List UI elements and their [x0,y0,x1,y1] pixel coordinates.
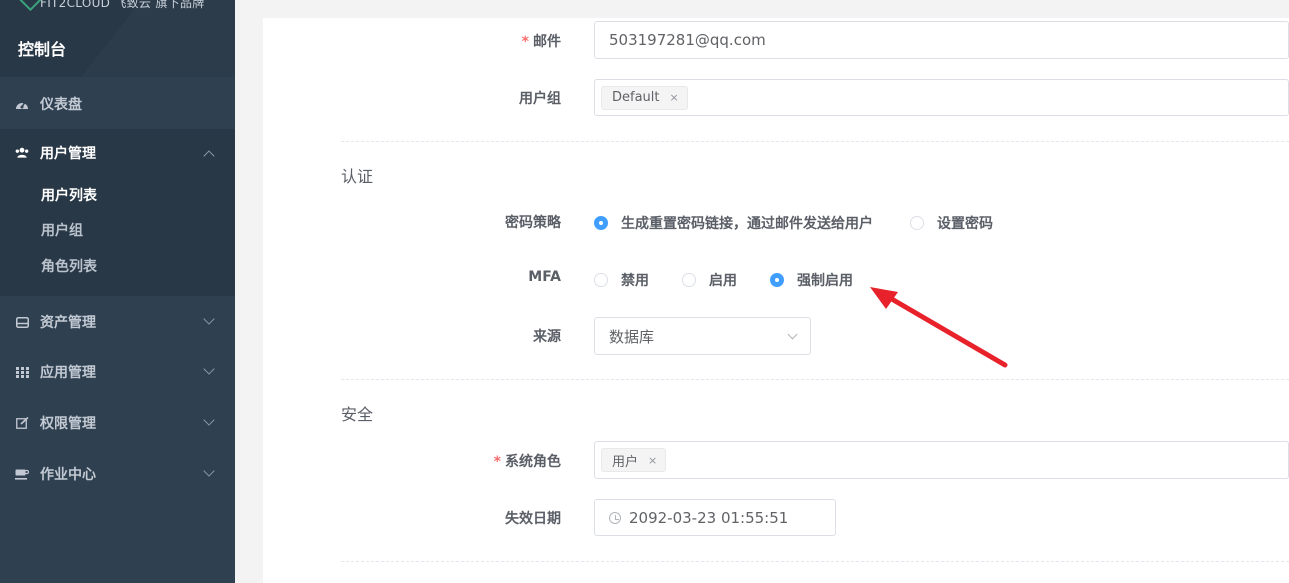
sidebar-item-role-list[interactable]: 角色列表 [41,256,97,276]
password-strategy-option-email[interactable]: 生成重置密码链接，通过邮件发送给用户 [594,213,873,233]
chevron-up-icon [203,150,215,162]
radio-icon [594,216,608,230]
password-strategy-label: 密码策略 [505,215,561,231]
section-divider [341,141,1289,142]
radio-label: 启用 [709,273,737,289]
section-title-security: 安全 [341,405,374,424]
chevron-down-icon [203,414,215,426]
chevron-down-icon [203,465,215,477]
radio-icon [682,273,696,287]
sidebar-item-user-group[interactable]: 用户组 [41,220,83,240]
mfa-option-disable[interactable]: 禁用 [594,270,649,290]
expire-date-label: 失效日期 [505,511,561,527]
dashboard-icon [15,97,29,111]
mfa-option-force[interactable]: 强制启用 [770,270,853,290]
radio-icon [770,273,784,287]
email-label: * 邮件 [521,34,561,50]
section-title-auth: 认证 [341,167,374,186]
radio-label: 强制启用 [797,273,853,289]
grid-icon [15,365,29,379]
logo-icon [14,0,44,12]
mfa-label: MFA [528,269,561,285]
brand-text: FIT2CLOUD 飞致云 旗下品牌 [40,0,205,10]
sidebar-item-label: 用户管理 [40,146,96,162]
sidebar-item-label: 资产管理 [40,315,96,331]
chevron-down-icon [203,313,215,325]
sidebar-item-dashboard[interactable]: 仪表盘 [0,79,235,129]
chevron-down-icon [203,363,215,375]
system-role-label: * 系统角色 [493,454,561,470]
edit-icon [15,416,29,430]
sidebar-item-applications[interactable]: 应用管理 [0,347,235,397]
password-strategy-option-set[interactable]: 设置密码 [910,213,993,233]
sidebar-item-label: 权限管理 [40,416,96,432]
radio-icon [910,216,924,230]
user-form-panel: * 邮件 503197281@qq.com 用户组 Default × 认证 密码… [263,18,1289,583]
section-divider [341,379,1289,380]
brand-decoration [47,0,235,77]
sidebar-item-assets[interactable]: 资产管理 [0,297,235,347]
mfa-option-enable[interactable]: 启用 [682,270,737,290]
radio-label: 生成重置密码链接，通过邮件发送给用户 [621,216,873,232]
system-role-select[interactable]: 用户 × [594,441,1289,479]
email-value: 503197281@qq.com [609,31,766,49]
sidebar-item-jobs[interactable]: 作业中心 [0,449,235,499]
close-icon[interactable]: × [670,91,679,104]
source-select[interactable]: 数据库 [594,317,811,355]
email-field[interactable]: 503197281@qq.com [594,21,1289,59]
source-label: 来源 [533,329,561,345]
brand-header: FIT2CLOUD 飞致云 旗下品牌 控制台 [0,0,235,77]
required-mark: * [493,454,501,470]
users-icon [15,146,29,160]
expire-date-picker[interactable]: 2092-03-23 01:55:51 [594,499,836,536]
sidebar: FIT2CLOUD 飞致云 旗下品牌 控制台 仪表盘 用户管理 用户列表 用户组… [0,0,235,583]
sidebar-item-user-list[interactable]: 用户列表 [41,185,97,205]
expire-date-value: 2092-03-23 01:55:51 [629,508,789,527]
sidebar-item-label: 仪表盘 [40,97,82,113]
radio-icon [594,273,608,287]
sidebar-item-users[interactable]: 用户管理 [0,129,235,177]
coffee-icon [15,467,29,481]
clock-icon [609,511,621,524]
sidebar-item-label: 应用管理 [40,365,96,381]
system-role-tag[interactable]: 用户 × [601,448,667,472]
user-group-tag[interactable]: Default × [601,85,688,110]
users-submenu: 用户列表 用户组 角色列表 [0,177,235,296]
source-value: 数据库 [609,327,655,346]
close-icon[interactable]: × [648,454,657,467]
section-divider [341,561,1289,562]
console-title[interactable]: 控制台 [18,36,66,60]
sidebar-item-label: 作业中心 [40,467,96,483]
radio-label: 设置密码 [937,216,993,232]
tag-label: Default [612,90,660,105]
chevron-down-icon [787,329,798,340]
tag-label: 用户 [612,454,639,470]
required-mark: * [521,34,529,50]
user-group-select[interactable]: Default × [594,79,1289,116]
inbox-icon [15,315,29,329]
radio-label: 禁用 [621,273,649,289]
user-group-label: 用户组 [519,91,561,107]
sidebar-item-permissions[interactable]: 权限管理 [0,398,235,448]
